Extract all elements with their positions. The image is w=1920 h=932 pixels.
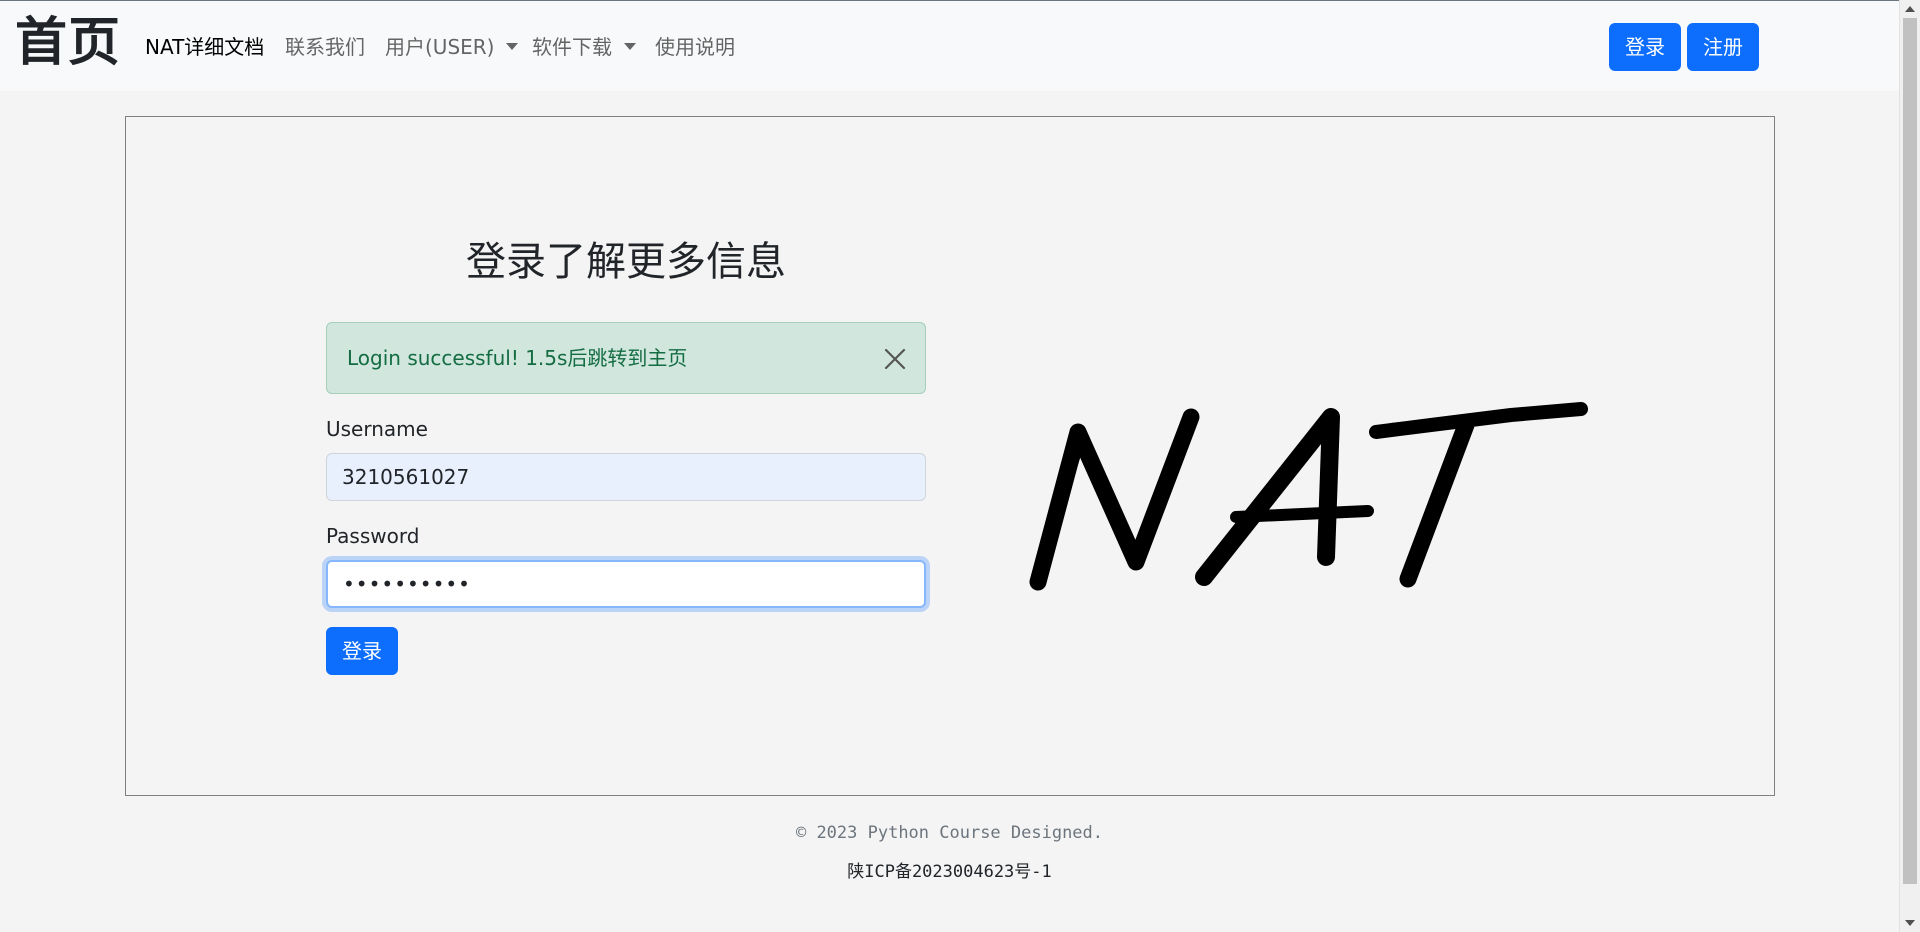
brand-home-link[interactable]: 首页 [15,11,121,75]
scroll-down-arrow-icon[interactable] [1905,920,1915,926]
chevron-down-icon [624,43,636,50]
page-scrollbar[interactable] [1899,0,1920,932]
scrollbar-thumb[interactable] [1903,18,1917,884]
nav-register-button[interactable]: 注册 [1687,23,1759,71]
chevron-down-icon [506,43,519,50]
nav-dropdown-download[interactable]: 软件下载 [532,34,636,60]
footer-icp-link[interactable]: 陕ICP备2023004623号-1 [0,861,1899,883]
close-icon[interactable] [881,345,909,373]
username-label: Username [326,417,428,441]
login-card: 登录了解更多信息 Login successful! 1.5s后跳转到主页 Us… [125,116,1775,796]
scroll-up-arrow-icon[interactable] [1905,6,1915,12]
success-alert: Login successful! 1.5s后跳转到主页 [326,322,926,394]
page-title: 登录了解更多信息 [466,239,786,285]
alert-message: Login successful! 1.5s后跳转到主页 [347,346,688,370]
username-input[interactable] [326,453,926,501]
nav-link-docs[interactable]: NAT详细文档 [145,34,264,60]
password-label: Password [326,524,420,548]
footer-copyright: © 2023 Python Course Designed. [795,823,1104,843]
nav-link-contact[interactable]: 联系我们 [285,34,365,60]
nav-dropdown-download-label: 软件下载 [532,35,612,59]
top-navbar: 首页 NAT详细文档 联系我们 用户(USER) 软件下载 使用说明 登录 注册 [0,0,1899,91]
nav-login-button[interactable]: 登录 [1609,23,1681,71]
nat-logo-image [1029,402,1588,591]
password-input[interactable] [326,560,926,608]
nav-link-usage[interactable]: 使用说明 [655,34,735,60]
login-submit-button[interactable]: 登录 [326,627,398,675]
nav-dropdown-user[interactable]: 用户(USER) [385,34,519,60]
nav-dropdown-user-label: 用户(USER) [385,35,495,59]
